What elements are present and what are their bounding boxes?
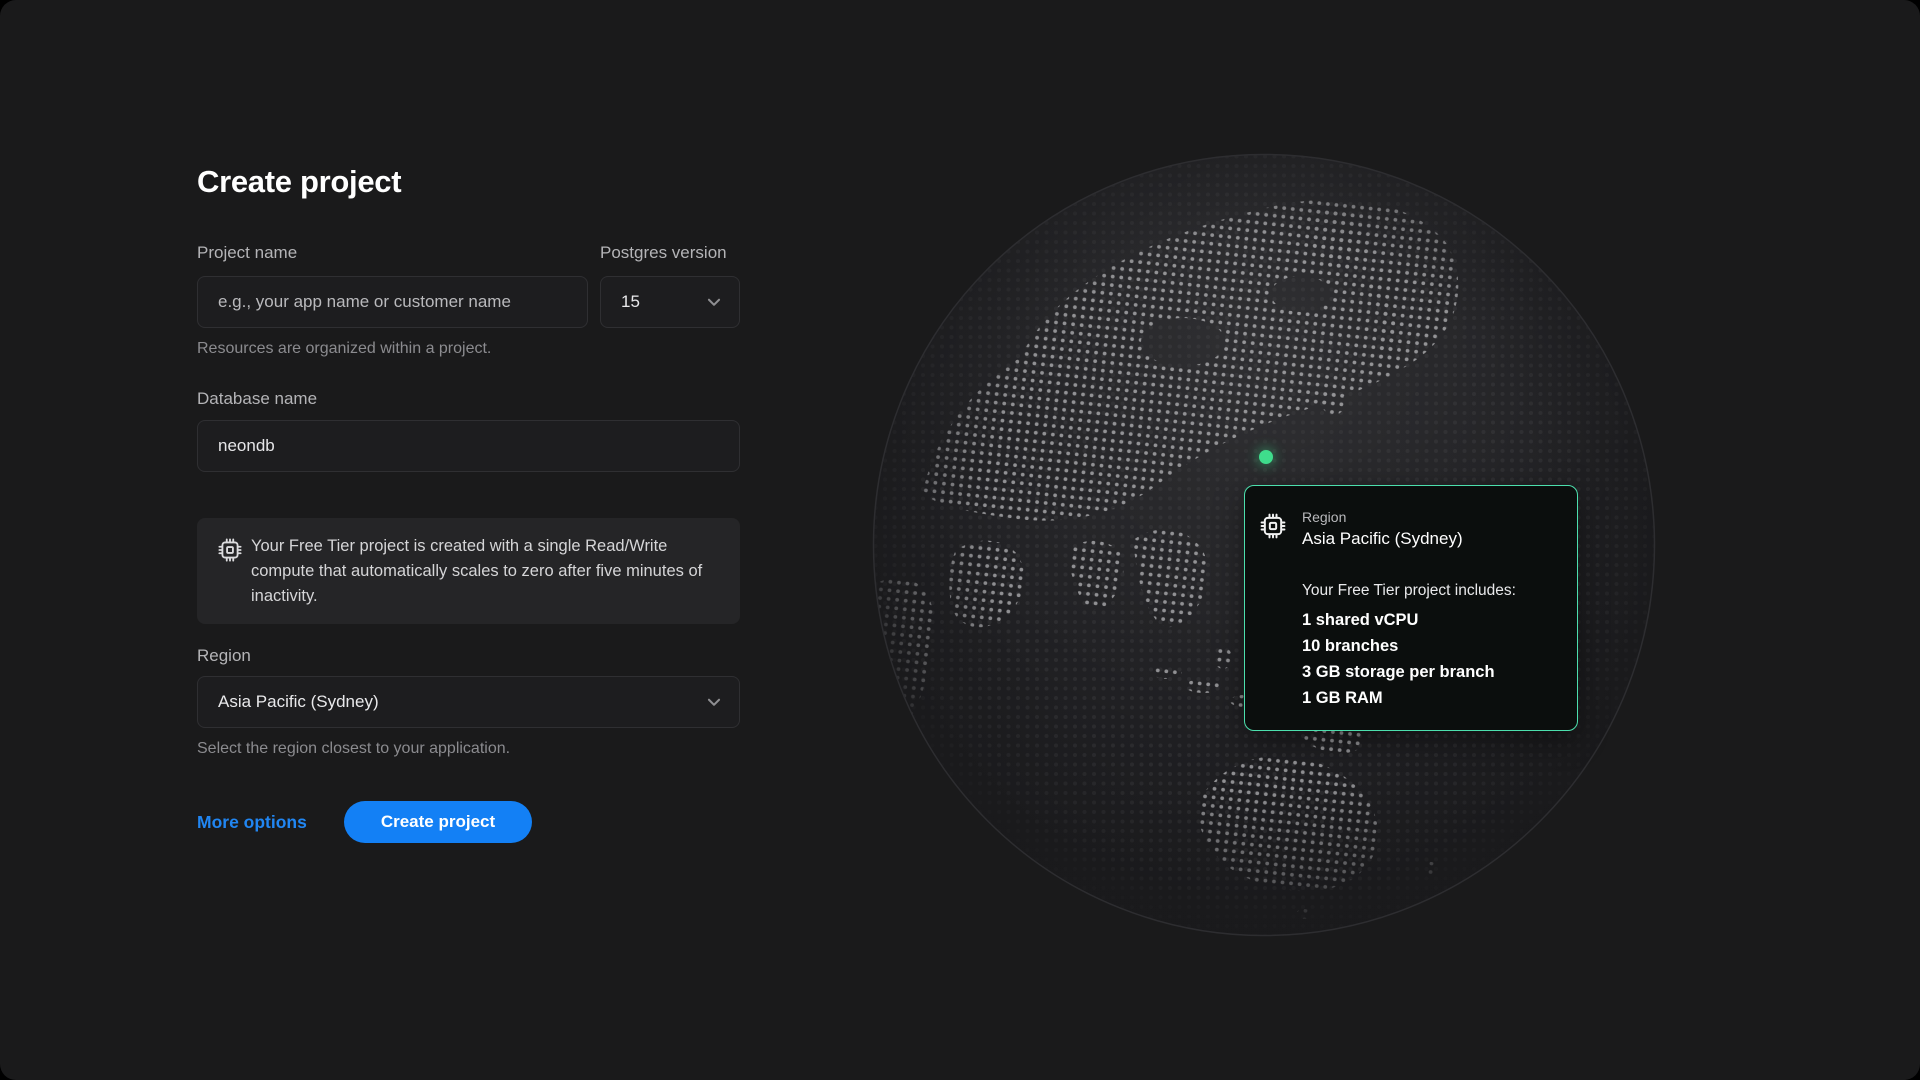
project-name-label: Project name (197, 243, 297, 263)
region-select-value: Asia Pacific (Sydney) (218, 692, 379, 712)
region-marker-dot (1259, 450, 1273, 464)
database-name-input[interactable] (197, 420, 740, 472)
list-item: 10 branches (1302, 633, 1495, 659)
project-name-helper: Resources are organized within a project… (197, 340, 491, 358)
region-helper: Select the region closest to your applic… (197, 740, 510, 758)
chevron-down-icon (705, 693, 723, 711)
tooltip-includes-heading: Your Free Tier project includes: (1302, 582, 1516, 600)
more-options-link[interactable]: More options (197, 812, 307, 833)
chevron-down-icon (705, 293, 723, 311)
cpu-chip-icon (217, 537, 243, 563)
tooltip-region-label: Region (1302, 509, 1346, 525)
tooltip-includes-list: 1 shared vCPU 10 branches 3 GB storage p… (1302, 607, 1495, 711)
list-item: 1 GB RAM (1302, 685, 1495, 711)
postgres-version-value: 15 (621, 292, 640, 312)
list-item: 1 shared vCPU (1302, 607, 1495, 633)
region-select[interactable]: Asia Pacific (Sydney) (197, 676, 740, 728)
postgres-version-select[interactable]: 15 (600, 276, 740, 328)
database-name-label: Database name (197, 389, 317, 409)
list-item: 3 GB storage per branch (1302, 659, 1495, 685)
cpu-chip-icon (1259, 512, 1287, 540)
create-project-page: Region Asia Pacific (Sydney) Your Free T… (0, 0, 1920, 1080)
postgres-version-label: Postgres version (600, 243, 727, 263)
project-name-input[interactable] (197, 276, 588, 328)
create-project-button[interactable]: Create project (344, 801, 532, 843)
free-tier-note-text: Your Free Tier project is created with a… (251, 534, 719, 609)
region-tooltip-card: Region Asia Pacific (Sydney) Your Free T… (1244, 485, 1578, 731)
tooltip-region-value: Asia Pacific (Sydney) (1302, 529, 1463, 549)
free-tier-info-box: Your Free Tier project is created with a… (197, 518, 740, 624)
page-title: Create project (197, 164, 401, 200)
region-label: Region (197, 646, 251, 666)
